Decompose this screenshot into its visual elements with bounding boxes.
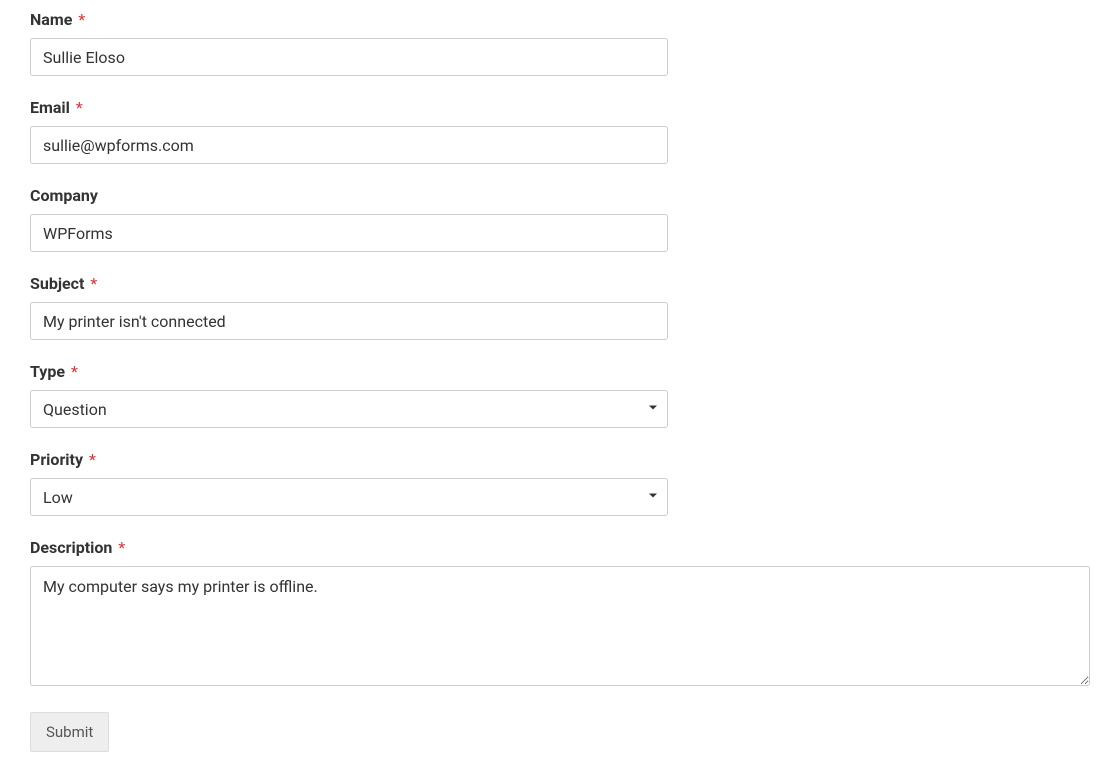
subject-label-text: Subject: [30, 274, 84, 293]
description-textarea[interactable]: [30, 566, 1090, 686]
submit-button[interactable]: Submit: [30, 712, 109, 752]
required-marker: *: [71, 362, 78, 381]
priority-label: Priority *: [30, 450, 1086, 469]
required-marker: *: [118, 538, 125, 557]
email-label-text: Email: [30, 98, 70, 117]
type-select[interactable]: Question: [30, 390, 668, 428]
priority-label-text: Priority: [30, 450, 83, 469]
subject-label: Subject *: [30, 274, 1086, 293]
description-field-group: Description *: [30, 538, 1086, 690]
required-marker: *: [78, 10, 85, 29]
type-field-group: Type * Question: [30, 362, 1086, 428]
type-select-wrapper: Question: [30, 390, 668, 428]
email-input[interactable]: [30, 126, 668, 164]
company-input[interactable]: [30, 214, 668, 252]
description-label: Description *: [30, 538, 1086, 557]
required-marker: *: [90, 274, 97, 293]
company-label-text: Company: [30, 186, 98, 205]
support-form: Name * Email * Company Subject * Type *: [30, 10, 1086, 752]
type-label-text: Type: [30, 362, 65, 381]
required-marker: *: [89, 450, 96, 469]
name-input[interactable]: [30, 38, 668, 76]
priority-field-group: Priority * Low: [30, 450, 1086, 516]
company-label: Company: [30, 186, 1086, 205]
name-label: Name *: [30, 10, 1086, 29]
subject-field-group: Subject *: [30, 274, 1086, 340]
name-field-group: Name *: [30, 10, 1086, 76]
company-field-group: Company: [30, 186, 1086, 252]
required-marker: *: [76, 98, 83, 117]
subject-input[interactable]: [30, 302, 668, 340]
description-label-text: Description: [30, 538, 112, 557]
email-label: Email *: [30, 98, 1086, 117]
priority-select[interactable]: Low: [30, 478, 668, 516]
type-label: Type *: [30, 362, 1086, 381]
priority-select-wrapper: Low: [30, 478, 668, 516]
email-field-group: Email *: [30, 98, 1086, 164]
name-label-text: Name: [30, 10, 72, 29]
